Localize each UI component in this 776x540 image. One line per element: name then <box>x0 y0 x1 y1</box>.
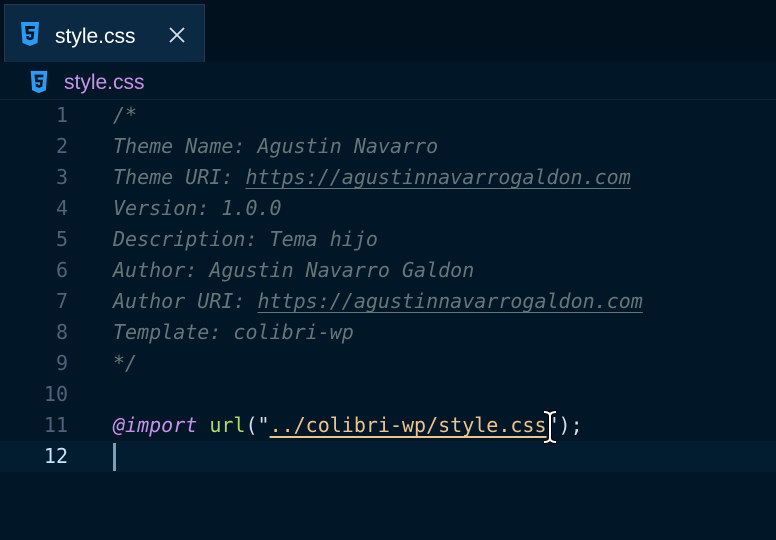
line-number: 5 <box>55 227 68 251</box>
code-text: @import url("../colibri-wp/style.css"); <box>113 410 583 441</box>
code-text: Theme Name: Agustin Navarro <box>113 134 439 158</box>
line-number: 2 <box>55 134 68 158</box>
function-name: url <box>209 413 246 437</box>
code-line: 3 Theme URI: https://agustinnavarrogaldo… <box>0 162 776 193</box>
code-editor[interactable]: 1 /* 2 Theme Name: Agustin Navarro 3 The… <box>0 100 776 540</box>
code-text: */ <box>113 351 138 375</box>
comment-text: Theme URI: <box>113 165 246 189</box>
code-text: Author: Agustin Navarro Galdon <box>113 258 475 282</box>
breadcrumb: style.css <box>0 62 776 100</box>
tab-label: style.css <box>55 25 136 48</box>
breadcrumb-file-label[interactable]: style.css <box>64 71 145 95</box>
url-link[interactable]: https://agustinnavarrogaldon.com <box>245 165 630 189</box>
code-line: 4 Version: 1.0.0 <box>0 193 776 224</box>
ibeam-cursor-icon <box>543 410 557 444</box>
line-number: 1 <box>55 103 68 127</box>
code-line: 9 */ <box>0 348 776 379</box>
code-line: 7 Author URI: https://agustinnavarrogald… <box>0 286 776 317</box>
line-number: 6 <box>55 258 68 282</box>
code-line: 11 @import url("../colibri-wp/style.css"… <box>0 410 776 441</box>
line-number: 12 <box>43 444 68 468</box>
line-number: 4 <box>55 196 68 220</box>
code-text: Template: colibri-wp <box>113 320 354 344</box>
css-file-icon <box>21 22 39 46</box>
code-text: Description: Tema hijo <box>113 227 378 251</box>
code-line: 2 Theme Name: Agustin Navarro <box>0 131 776 162</box>
code-text: Theme URI: https://agustinnavarrogaldon.… <box>113 162 631 193</box>
code-line: 8 Template: colibri-wp <box>0 317 776 348</box>
code-line: 6 Author: Agustin Navarro Galdon <box>0 255 776 286</box>
close-icon[interactable] <box>167 25 187 45</box>
line-number: 3 <box>55 165 68 189</box>
string-literal[interactable]: ../colibri-wp/style.css <box>270 413 547 437</box>
line-number: 7 <box>55 289 68 313</box>
comment-text: Author URI: <box>113 289 258 313</box>
punctuation-open: (" <box>245 413 270 437</box>
line-number: 8 <box>55 320 68 344</box>
tab-style-css[interactable]: style.css <box>4 4 205 62</box>
at-rule-keyword: @import <box>113 413 198 437</box>
code-text: Version: 1.0.0 <box>113 196 282 220</box>
line-number: 11 <box>43 413 68 437</box>
code-text: Author URI: https://agustinnavarrogaldon… <box>113 286 643 317</box>
code-text: /* <box>113 103 138 127</box>
text-caret <box>113 443 116 471</box>
css-file-icon <box>30 70 48 94</box>
line-number: 10 <box>43 382 68 406</box>
code-line-current: 12 <box>0 441 776 472</box>
code-line: 1 /* <box>0 100 776 131</box>
url-link[interactable]: https://agustinnavarrogaldon.com <box>258 289 643 313</box>
code-line: 10 <box>0 379 776 410</box>
code-line: 5 Description: Tema hijo <box>0 224 776 255</box>
line-number: 9 <box>55 351 68 375</box>
tab-bar: style.css <box>0 0 776 62</box>
